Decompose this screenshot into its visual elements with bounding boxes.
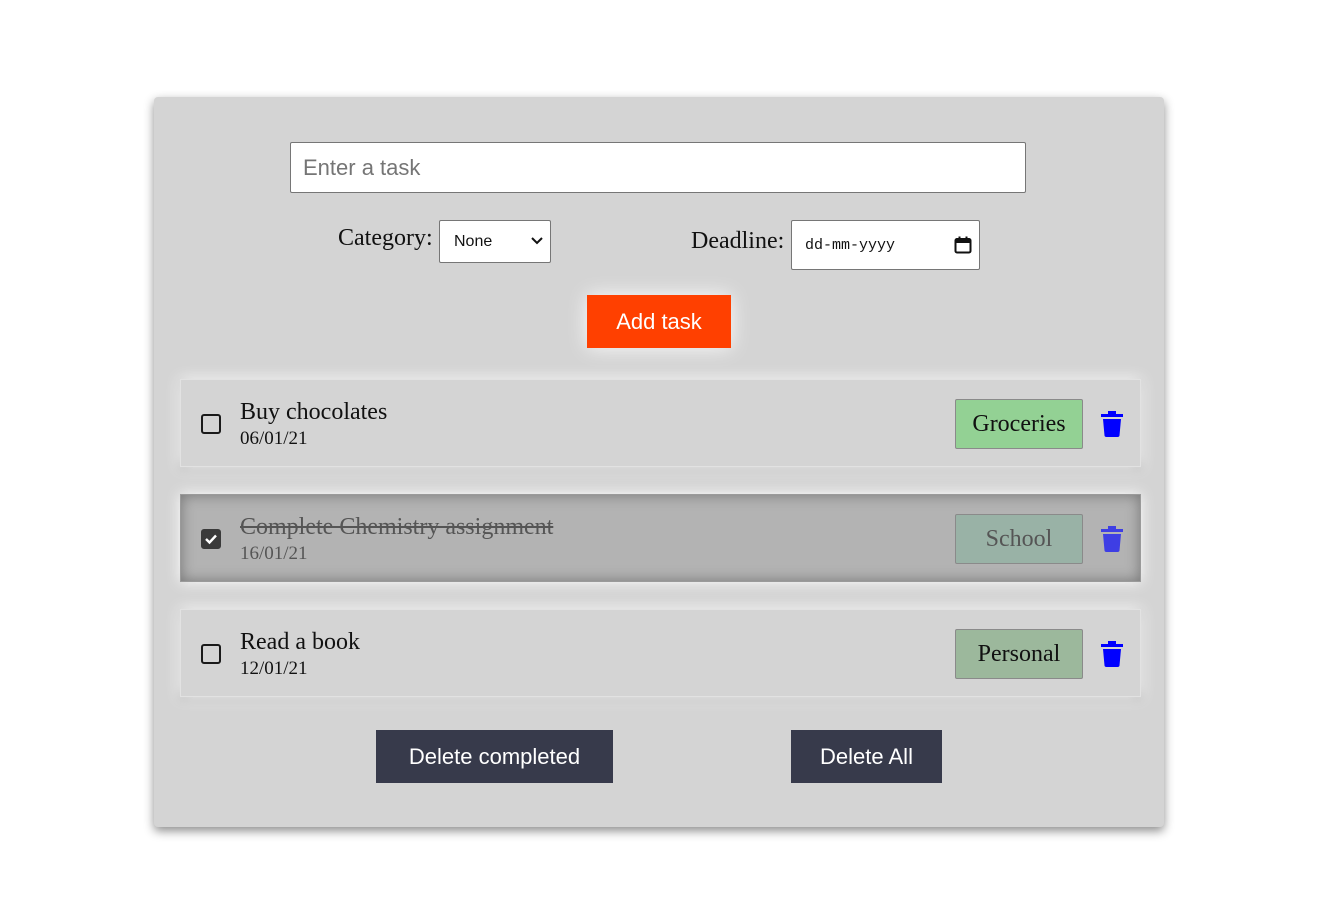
task-item: Complete Chemistry assignment 16/01/21 S… <box>180 494 1141 582</box>
delete-all-button[interactable]: Delete All <box>791 730 942 783</box>
trash-icon[interactable] <box>1100 526 1124 552</box>
category-label: Category: <box>338 225 433 251</box>
task-input[interactable] <box>290 142 1026 193</box>
deadline-input[interactable]: dd-mm-yyyy <box>791 220 980 270</box>
task-date: 12/01/21 <box>240 658 308 679</box>
add-task-button[interactable]: Add task <box>587 295 731 348</box>
task-title: Read a book <box>240 629 360 655</box>
deadline-placeholder: dd-mm-yyyy <box>805 236 896 254</box>
deadline-label: Deadline: <box>691 228 785 254</box>
task-date: 06/01/21 <box>240 428 308 449</box>
category-badge: Personal <box>955 629 1083 679</box>
trash-icon[interactable] <box>1100 411 1124 437</box>
task-checkbox[interactable] <box>201 414 221 434</box>
task-checkbox[interactable] <box>201 529 221 549</box>
task-item: Buy chocolates 06/01/21 Groceries <box>180 379 1141 467</box>
trash-icon[interactable] <box>1100 641 1124 667</box>
todo-card: Category: None Deadline: dd-mm-yyyy Add … <box>154 97 1164 827</box>
check-icon <box>205 534 217 545</box>
category-badge: School <box>955 514 1083 564</box>
category-badge: Groceries <box>955 399 1083 449</box>
chevron-down-icon <box>531 237 543 245</box>
task-checkbox[interactable] <box>201 644 221 664</box>
task-title: Buy chocolates <box>240 399 388 425</box>
calendar-icon[interactable] <box>954 236 972 254</box>
delete-completed-button[interactable]: Delete completed <box>376 730 613 783</box>
category-selected-value: None <box>454 232 493 250</box>
category-select[interactable]: None <box>439 220 551 263</box>
task-date: 16/01/21 <box>240 543 308 564</box>
task-item: Read a book 12/01/21 Personal <box>180 609 1141 697</box>
task-title: Complete Chemistry assignment <box>240 514 554 540</box>
